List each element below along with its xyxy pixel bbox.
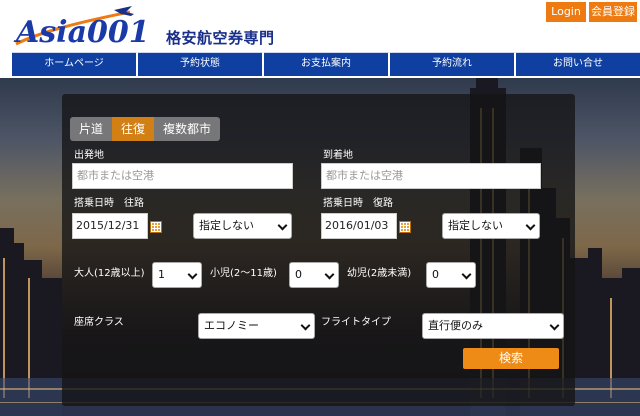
- origin-label: 出発地: [74, 150, 104, 161]
- children-label: 小児(2〜11歳): [210, 268, 277, 279]
- infants-select[interactable]: 0: [426, 262, 476, 288]
- search-button[interactable]: 検索: [463, 348, 559, 369]
- destination-label: 到着地: [323, 150, 353, 161]
- flight-type-value: 直行便のみ: [428, 319, 483, 332]
- chevron-down-icon: [187, 269, 198, 280]
- nav-item-contact[interactable]: お問い合せ: [516, 52, 640, 76]
- cabin-class-select[interactable]: エコノミー: [198, 313, 315, 339]
- chevron-down-icon: [324, 269, 335, 280]
- nav-item-booking-flow[interactable]: 予約流れ: [390, 52, 516, 76]
- adults-label: 大人(12歳以上): [74, 268, 145, 279]
- flight-type-label: フライトタイプ: [321, 317, 391, 328]
- tagline: 格安航空券専門: [166, 29, 275, 47]
- trip-type-tabs: 片道 往復 複数都市: [70, 117, 221, 141]
- infants-value: 0: [432, 268, 439, 281]
- chevron-down-icon: [525, 220, 536, 231]
- chevron-down-icon: [277, 220, 288, 231]
- outbound-date-input[interactable]: 2015/12/31: [72, 213, 148, 239]
- site-logo[interactable]: Asia001: [10, 2, 160, 50]
- login-button[interactable]: Login: [546, 2, 586, 22]
- tab-round-trip[interactable]: 往復: [112, 117, 155, 141]
- cabin-class-value: エコノミー: [204, 319, 259, 332]
- logo-text: Asia001: [13, 15, 150, 50]
- adults-select[interactable]: 1: [152, 262, 202, 288]
- main-nav: ホームページ 予約状態 お支払案内 予約流れ お問い合せ: [12, 52, 640, 76]
- return-date-label: 搭乗日時 復路: [323, 198, 393, 209]
- return-time-value: 指定しない: [448, 219, 503, 232]
- cabin-class-label: 座席クラス: [74, 317, 124, 328]
- tab-one-way[interactable]: 片道: [70, 117, 113, 141]
- flight-type-select[interactable]: 直行便のみ: [422, 313, 564, 339]
- calendar-icon[interactable]: [399, 221, 411, 233]
- nav-item-reservation-status[interactable]: 予約状態: [138, 52, 264, 76]
- chevron-down-icon: [549, 320, 560, 331]
- return-time-select[interactable]: 指定しない: [442, 213, 540, 239]
- outbound-date-label: 搭乗日時 往路: [74, 198, 144, 209]
- nav-item-home[interactable]: ホームページ: [12, 52, 138, 76]
- nav-item-payment[interactable]: お支払案内: [264, 52, 390, 76]
- flight-search-panel: 片道 往復 複数都市 出発地 都市または空港 到着地 都市または空港 搭乗日時 …: [62, 94, 575, 406]
- outbound-time-value: 指定しない: [199, 219, 254, 232]
- register-button[interactable]: 会員登録: [589, 2, 637, 22]
- site-header: Asia001 格安航空券専門 Login 会員登録: [0, 0, 640, 52]
- calendar-icon[interactable]: [150, 221, 162, 233]
- children-select[interactable]: 0: [289, 262, 339, 288]
- chevron-down-icon: [461, 269, 472, 280]
- destination-input[interactable]: 都市または空港: [321, 163, 541, 189]
- tab-multi-city[interactable]: 複数都市: [154, 117, 221, 141]
- chevron-down-icon: [300, 320, 311, 331]
- return-date-input[interactable]: 2016/01/03: [321, 213, 397, 239]
- adults-value: 1: [158, 268, 165, 281]
- infants-label: 幼児(2歳未満): [347, 268, 412, 279]
- origin-input[interactable]: 都市または空港: [72, 163, 293, 189]
- children-value: 0: [295, 268, 302, 281]
- outbound-time-select[interactable]: 指定しない: [193, 213, 292, 239]
